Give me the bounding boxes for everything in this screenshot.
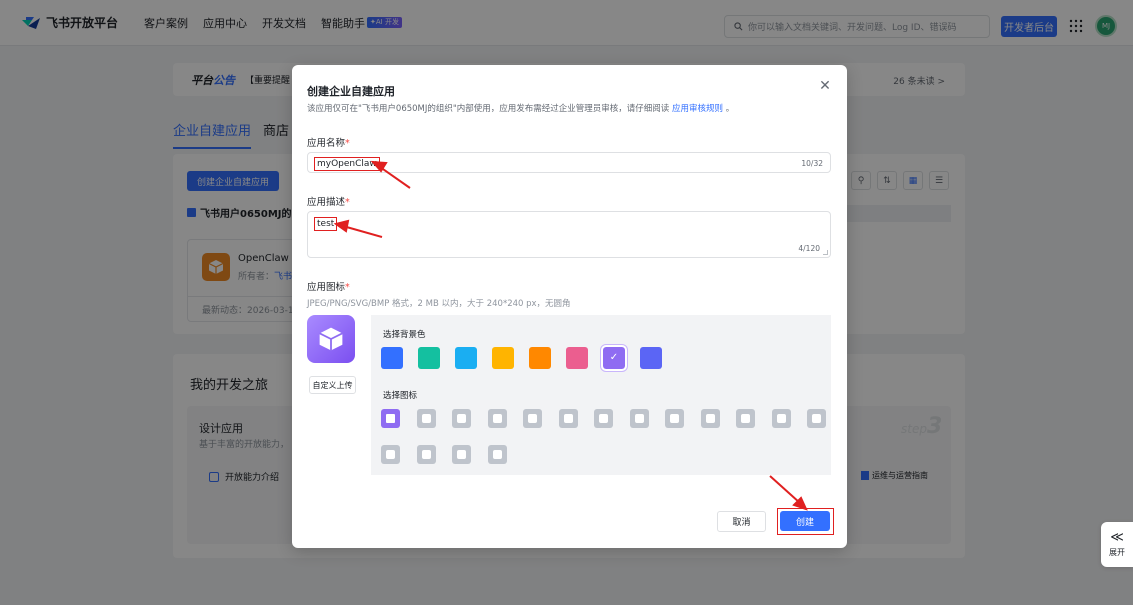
app-desc-label: 应用描述* bbox=[307, 194, 350, 208]
app-icon-label: 应用图标* bbox=[307, 279, 350, 293]
close-icon[interactable]: ✕ bbox=[818, 79, 832, 93]
book-icon[interactable] bbox=[523, 409, 542, 428]
book-icon-glyph bbox=[528, 414, 537, 423]
cube-icon bbox=[319, 327, 343, 351]
globe-icon-glyph bbox=[492, 450, 502, 459]
dialog-title: 创建企业自建应用 bbox=[307, 85, 395, 98]
app-desc-value: test bbox=[314, 217, 338, 231]
shield-icon[interactable] bbox=[381, 445, 400, 464]
app-desc-counter: 4/120 bbox=[798, 244, 820, 253]
app-desc-textarea[interactable]: test 4/120 bbox=[307, 211, 831, 258]
swatch-yellow[interactable] bbox=[492, 347, 514, 369]
review-rules-link[interactable]: 应用审核规则 bbox=[672, 104, 723, 114]
moon-icon-glyph bbox=[670, 414, 679, 423]
star-icon[interactable] bbox=[700, 409, 720, 428]
app-name-label: 应用名称* bbox=[307, 135, 350, 149]
dialog-description-text: 该应用仅可在"飞书用户0650MJ的组织"内部使用，应用发布需经过企业管理员审核… bbox=[307, 104, 672, 114]
star-icon-glyph bbox=[705, 414, 715, 423]
bell-icon[interactable] bbox=[594, 409, 613, 428]
cancel-button[interactable]: 取消 bbox=[717, 511, 766, 532]
calendar-icon-glyph bbox=[492, 414, 502, 423]
tag-icon-glyph bbox=[741, 414, 750, 423]
tag-icon[interactable] bbox=[736, 409, 755, 428]
briefcase-icon[interactable] bbox=[558, 409, 578, 428]
calendar-icon[interactable] bbox=[487, 409, 507, 428]
swatch-orange[interactable] bbox=[529, 347, 551, 369]
swatch-purple[interactable] bbox=[601, 345, 627, 371]
people-icon[interactable] bbox=[452, 445, 471, 464]
app-name-value: myOpenClaw bbox=[314, 157, 380, 171]
icon-picker: 选择背景色 选择图标 bbox=[371, 315, 831, 475]
cube-icon-glyph bbox=[386, 414, 395, 423]
bulb-icon-glyph bbox=[457, 414, 466, 423]
document-icon[interactable] bbox=[807, 409, 826, 428]
briefcase-icon-glyph bbox=[563, 414, 573, 423]
dialog-description: 该应用仅可在"飞书用户0650MJ的组织"内部使用，应用发布需经过企业管理员审核… bbox=[307, 102, 734, 114]
swatch-pink[interactable] bbox=[566, 347, 588, 369]
shield-icon-glyph bbox=[386, 450, 395, 459]
swatch-indigo[interactable] bbox=[640, 347, 662, 369]
dialog-description-end: 。 bbox=[723, 104, 735, 114]
people-icon-glyph bbox=[457, 450, 466, 459]
rocket-icon[interactable] bbox=[771, 409, 791, 428]
cube-icon[interactable] bbox=[381, 409, 400, 428]
bg-color-swatches bbox=[381, 345, 677, 371]
create-app-dialog: 创建企业自建应用 ✕ 该应用仅可在"飞书用户0650MJ的组织"内部使用，应用发… bbox=[292, 65, 847, 548]
bulb-icon[interactable] bbox=[452, 409, 471, 428]
layout-icon-glyph bbox=[421, 450, 431, 459]
checklist-icon-glyph bbox=[634, 414, 644, 423]
bg-color-label: 选择背景色 bbox=[383, 330, 426, 340]
side-expand-button[interactable]: ≪ 展开 bbox=[1101, 522, 1133, 567]
app-name-counter: 10/32 bbox=[801, 159, 823, 168]
robot-icon[interactable] bbox=[416, 409, 436, 428]
globe-icon[interactable] bbox=[487, 445, 507, 464]
app-icon-preview bbox=[307, 315, 355, 363]
side-expand-label: 展开 bbox=[1109, 548, 1125, 557]
checklist-icon[interactable] bbox=[629, 409, 649, 428]
rocket-icon-glyph bbox=[776, 414, 786, 423]
layout-icon[interactable] bbox=[416, 445, 436, 464]
bell-icon-glyph bbox=[599, 414, 608, 423]
required-mark: * bbox=[345, 197, 350, 208]
swatch-sky[interactable] bbox=[455, 347, 477, 369]
robot-icon-glyph bbox=[421, 414, 431, 423]
app-name-input[interactable]: myOpenClaw 10/32 bbox=[307, 152, 831, 173]
resize-handle[interactable] bbox=[823, 250, 828, 255]
required-mark: * bbox=[345, 138, 350, 149]
create-button-highlight: 创建 bbox=[777, 508, 834, 535]
developer-console-page: 飞书开放平台 客户案例 应用中心 开发文档 智能助手 ✦AI 开发 你可以输入文档… bbox=[0, 0, 1133, 605]
app-icon-hint: JPEG/PNG/SVG/BMP 格式，2 MB 以内，大于 240*240 p… bbox=[307, 299, 571, 309]
swatch-blue[interactable] bbox=[381, 347, 403, 369]
create-button[interactable]: 创建 bbox=[780, 511, 830, 531]
app-desc-label-text: 应用描述 bbox=[307, 197, 346, 208]
icon-picker-label: 选择图标 bbox=[383, 391, 418, 401]
document-icon-glyph bbox=[812, 414, 821, 423]
swatch-teal[interactable] bbox=[418, 347, 440, 369]
double-chevron-left-icon: ≪ bbox=[1110, 530, 1124, 545]
app-icon-label-text: 应用图标 bbox=[307, 282, 346, 293]
required-mark: * bbox=[345, 282, 350, 293]
moon-icon[interactable] bbox=[665, 409, 684, 428]
custom-upload-button[interactable]: 自定义上传 bbox=[309, 376, 356, 394]
app-name-label-text: 应用名称 bbox=[307, 138, 346, 149]
